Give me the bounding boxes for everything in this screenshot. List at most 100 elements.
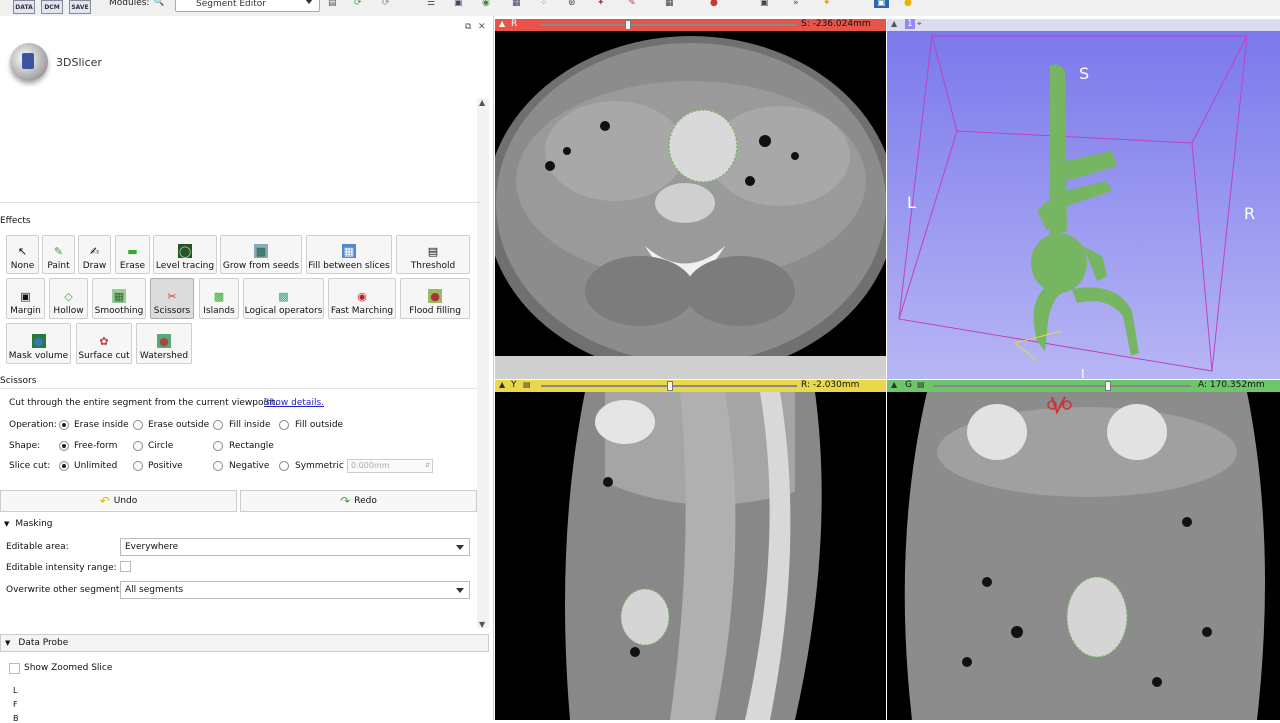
show-details-link[interactable]: Show details. [264,398,324,408]
effect-label: Flood filling [409,306,461,316]
data-button[interactable]: DATA [13,0,35,14]
slicer-logo-icon [10,43,48,81]
free-form-label: Free-form [74,441,118,451]
redo-button[interactable]: ↷ Redo [240,490,477,512]
negative-radio[interactable] [213,461,223,471]
effect-threshold-button[interactable]: ▤ Threshold [396,235,470,274]
effect-fill-between-slices-button[interactable]: ▦ Fill between slices [306,235,392,274]
effect-mask-volume-button[interactable]: ● Mask volume [6,323,71,364]
fill-outside-radio[interactable] [279,420,289,430]
intensity-range-checkbox[interactable] [120,561,131,572]
symmetric-radio[interactable] [279,461,289,471]
reload-icon[interactable]: ⟳ [382,0,390,8]
cube-icon[interactable]: ▣ [454,0,463,8]
effect-surface-cut-button[interactable]: ✿ Surface cut [76,323,132,364]
effect-logical-operators-button[interactable]: ▩ Logical operators [243,278,324,319]
close-icon[interactable]: ✕ [478,22,486,32]
pin-icon[interactable]: ▲ [499,380,505,389]
aorta-segment [668,109,738,183]
green-slice-view[interactable] [887,392,1280,720]
erase-inside-radio[interactable] [59,420,69,430]
effect-grow-from-seeds-button[interactable]: ▩ Grow from seeds [220,235,302,274]
more-icon[interactable]: » [793,0,799,8]
slider-handle[interactable] [1105,381,1111,391]
slider-handle[interactable] [625,20,631,30]
center-view-icon[interactable]: ⌖ [917,19,922,29]
positive-radio[interactable] [133,461,143,471]
red-slice-view[interactable] [495,31,886,379]
undo-button[interactable]: ↶ Undo [0,490,237,512]
effect-watershed-button[interactable]: ● Watershed [136,323,192,364]
crosshair-icon[interactable]: ✦ [597,0,605,8]
effect-draw-button[interactable]: ✍ Draw [78,235,111,274]
red-view-letter[interactable]: R [511,19,517,29]
markups-icon[interactable]: ⁘ [540,0,548,8]
pin-icon[interactable]: ▲ [891,380,897,389]
fill-inside-radio[interactable] [213,420,223,430]
module-selector[interactable]: Segment Editor [175,0,320,12]
back-history-icon[interactable]: ▤ [328,0,337,8]
effect-margin-button[interactable]: ▣ Margin [6,278,45,319]
effect-label: Islands [203,306,235,316]
save-button[interactable]: SAVE [69,0,91,14]
margin-icon: ▣ [20,289,31,303]
forward-icon[interactable]: ⟳ [354,0,362,8]
grid-icon[interactable]: ▦ [665,0,674,8]
green-view-letter[interactable]: G [905,380,912,390]
search-icon[interactable]: 🔍 [153,0,164,7]
slider-handle[interactable] [667,381,673,391]
vertical-scrollbar[interactable]: ▲ ▼ [477,98,489,629]
effect-hollow-button[interactable]: ◇ Hollow [49,278,88,319]
threed-view-letter[interactable]: 1 [905,19,915,29]
effect-paint-button[interactable]: ✎ Paint [42,235,75,274]
threed-view[interactable]: S L R I [887,31,1280,379]
pin-icon[interactable]: ▲ [891,19,897,28]
effect-level-tracing-button[interactable]: ◯ Level tracing [153,235,217,274]
segment-icon[interactable]: ◉ [482,0,490,8]
undock-icon[interactable]: ⧉ [465,22,471,32]
python-icon[interactable]: ● [904,0,912,8]
effect-smoothing-button[interactable]: ▦ Smoothing [92,278,146,319]
red-slice-offset: S: -236.024mm [801,19,871,29]
chevron-down-icon [456,545,464,550]
yellow-view-letter[interactable]: Y [511,380,517,390]
layout-icon[interactable]: ☰ [427,0,435,8]
link-icon[interactable]: ▤ [523,380,531,389]
green-slice-slider[interactable] [933,381,1191,391]
effect-flood-filling-button[interactable]: ● Flood filling [400,278,470,319]
effect-none-button[interactable]: ↖ None [6,235,39,274]
scroll-up-icon[interactable]: ▲ [479,98,485,107]
effect-erase-button[interactable]: ▬ Erase [115,235,150,274]
red-slice-slider[interactable] [541,20,797,30]
rectangle-radio[interactable] [213,441,223,451]
app-icon[interactable]: ▣ [874,0,889,8]
slice-thickness-spinbox[interactable]: 0.000mm ⇵ [347,459,433,473]
scroll-down-icon[interactable]: ▼ [479,620,485,629]
spinner-icon[interactable]: ⇵ [425,460,430,472]
erase-outside-radio[interactable] [133,420,143,430]
data-probe-header[interactable]: ▼ Data Probe [0,634,489,652]
free-form-radio[interactable] [59,441,69,451]
pin-icon[interactable]: ● [710,0,718,8]
pencil-icon[interactable]: ✎ [628,0,636,8]
show-zoomed-checkbox[interactable] [9,663,20,674]
editable-area-dropdown[interactable]: Everywhere [120,538,470,556]
dcm-button[interactable]: DCM [41,0,63,14]
extension-icon[interactable]: ✦ [823,0,831,8]
unlimited-radio[interactable] [59,461,69,471]
pin-icon[interactable]: ▲ [499,19,505,28]
transform-icon[interactable]: ⊛ [568,0,576,8]
circle-radio[interactable] [133,441,143,451]
screenshot-icon[interactable]: ▣ [760,0,769,8]
data-probe-title: Data Probe [18,638,69,648]
effect-label: Smoothing [94,306,144,316]
effect-scissors-button[interactable]: ✂ Scissors [150,278,194,319]
overwrite-dropdown[interactable]: All segments [120,581,470,599]
effect-islands-button[interactable]: ▩ Islands [199,278,239,319]
masking-section-header[interactable]: ▼ Masking [0,516,477,532]
link-icon[interactable]: ▤ [917,380,925,389]
yellow-slice-slider[interactable] [541,381,797,391]
models-icon[interactable]: ▦ [512,0,521,8]
effect-fast-marching-button[interactable]: ◉ Fast Marching [328,278,396,319]
yellow-slice-view[interactable] [495,392,886,720]
